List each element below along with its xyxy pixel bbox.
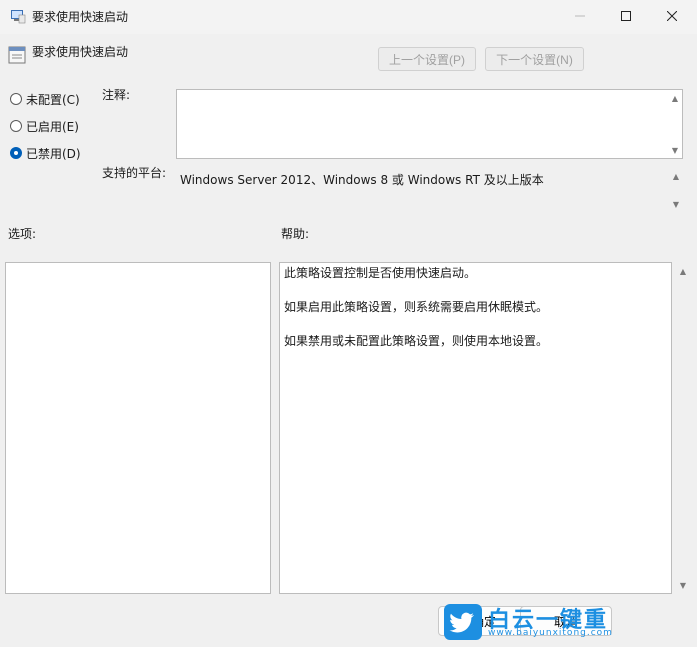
twitter-bird-icon	[444, 604, 482, 640]
help-paragraph: 此策略设置控制是否使用快速启动。	[284, 266, 477, 280]
policy-app-icon	[11, 10, 26, 24]
radio-circle-not-configured[interactable]	[10, 93, 22, 105]
platform-field: Windows Server 2012、Windows 8 或 Windows …	[176, 168, 683, 212]
window-title: 要求使用快速启动	[32, 10, 129, 24]
platform-scroll-down-icon[interactable]: ▼	[671, 199, 681, 209]
radio-label-enabled: 已启用(E)	[26, 119, 79, 134]
watermark: 白云一键重 www.baiyunxitong.com	[444, 600, 624, 644]
options-label: 选项:	[8, 227, 37, 241]
comment-scroll-down-icon[interactable]: ▼	[670, 145, 680, 155]
previous-setting-button[interactable]: 上一个设置(P)	[378, 47, 476, 71]
next-setting-button[interactable]: 下一个设置(N)	[485, 47, 584, 71]
radio-enabled[interactable]: 已启用(E)	[10, 118, 79, 134]
radio-disabled[interactable]: 已禁用(D)	[10, 145, 81, 161]
maximize-button[interactable]	[603, 0, 649, 32]
watermark-url: www.baiyunxitong.com	[488, 628, 613, 638]
scroll-up-icon[interactable]: ▲	[678, 266, 688, 276]
options-pane	[5, 262, 271, 594]
platform-value: Windows Server 2012、Windows 8 或 Windows …	[180, 173, 544, 187]
platform-scroll-up-icon[interactable]: ▲	[671, 171, 681, 181]
policy-name: 要求使用快速启动	[32, 45, 129, 59]
comment-value	[177, 90, 682, 96]
platform-label: 支持的平台:	[102, 166, 167, 180]
help-pane: 此策略设置控制是否使用快速启动。 如果启用此策略设置，则系统需要启用休眠模式。 …	[279, 262, 672, 594]
comment-textarea[interactable]: ▲ ▼	[176, 89, 683, 159]
help-paragraph: 如果禁用或未配置此策略设置，则使用本地设置。	[284, 334, 549, 348]
minimize-button[interactable]	[557, 0, 603, 32]
maximize-icon	[621, 11, 631, 21]
radio-circle-disabled[interactable]	[10, 147, 22, 159]
minimize-icon	[575, 15, 585, 17]
radio-label-not-configured: 未配置(C)	[26, 92, 80, 107]
scroll-down-icon[interactable]: ▼	[678, 580, 688, 590]
close-button[interactable]	[649, 0, 695, 32]
close-icon	[667, 11, 677, 21]
policy-setting-icon	[8, 46, 26, 64]
radio-label-disabled: 已禁用(D)	[26, 146, 81, 161]
radio-not-configured[interactable]: 未配置(C)	[10, 91, 80, 107]
help-label: 帮助:	[281, 227, 310, 241]
help-scrollbar[interactable]: ▲ ▼	[676, 262, 690, 594]
comment-label: 注释:	[102, 88, 131, 102]
radio-circle-enabled[interactable]	[10, 120, 22, 132]
help-paragraph: 如果启用此策略设置，则系统需要启用休眠模式。	[284, 300, 549, 314]
comment-scroll-up-icon[interactable]: ▲	[670, 93, 680, 103]
